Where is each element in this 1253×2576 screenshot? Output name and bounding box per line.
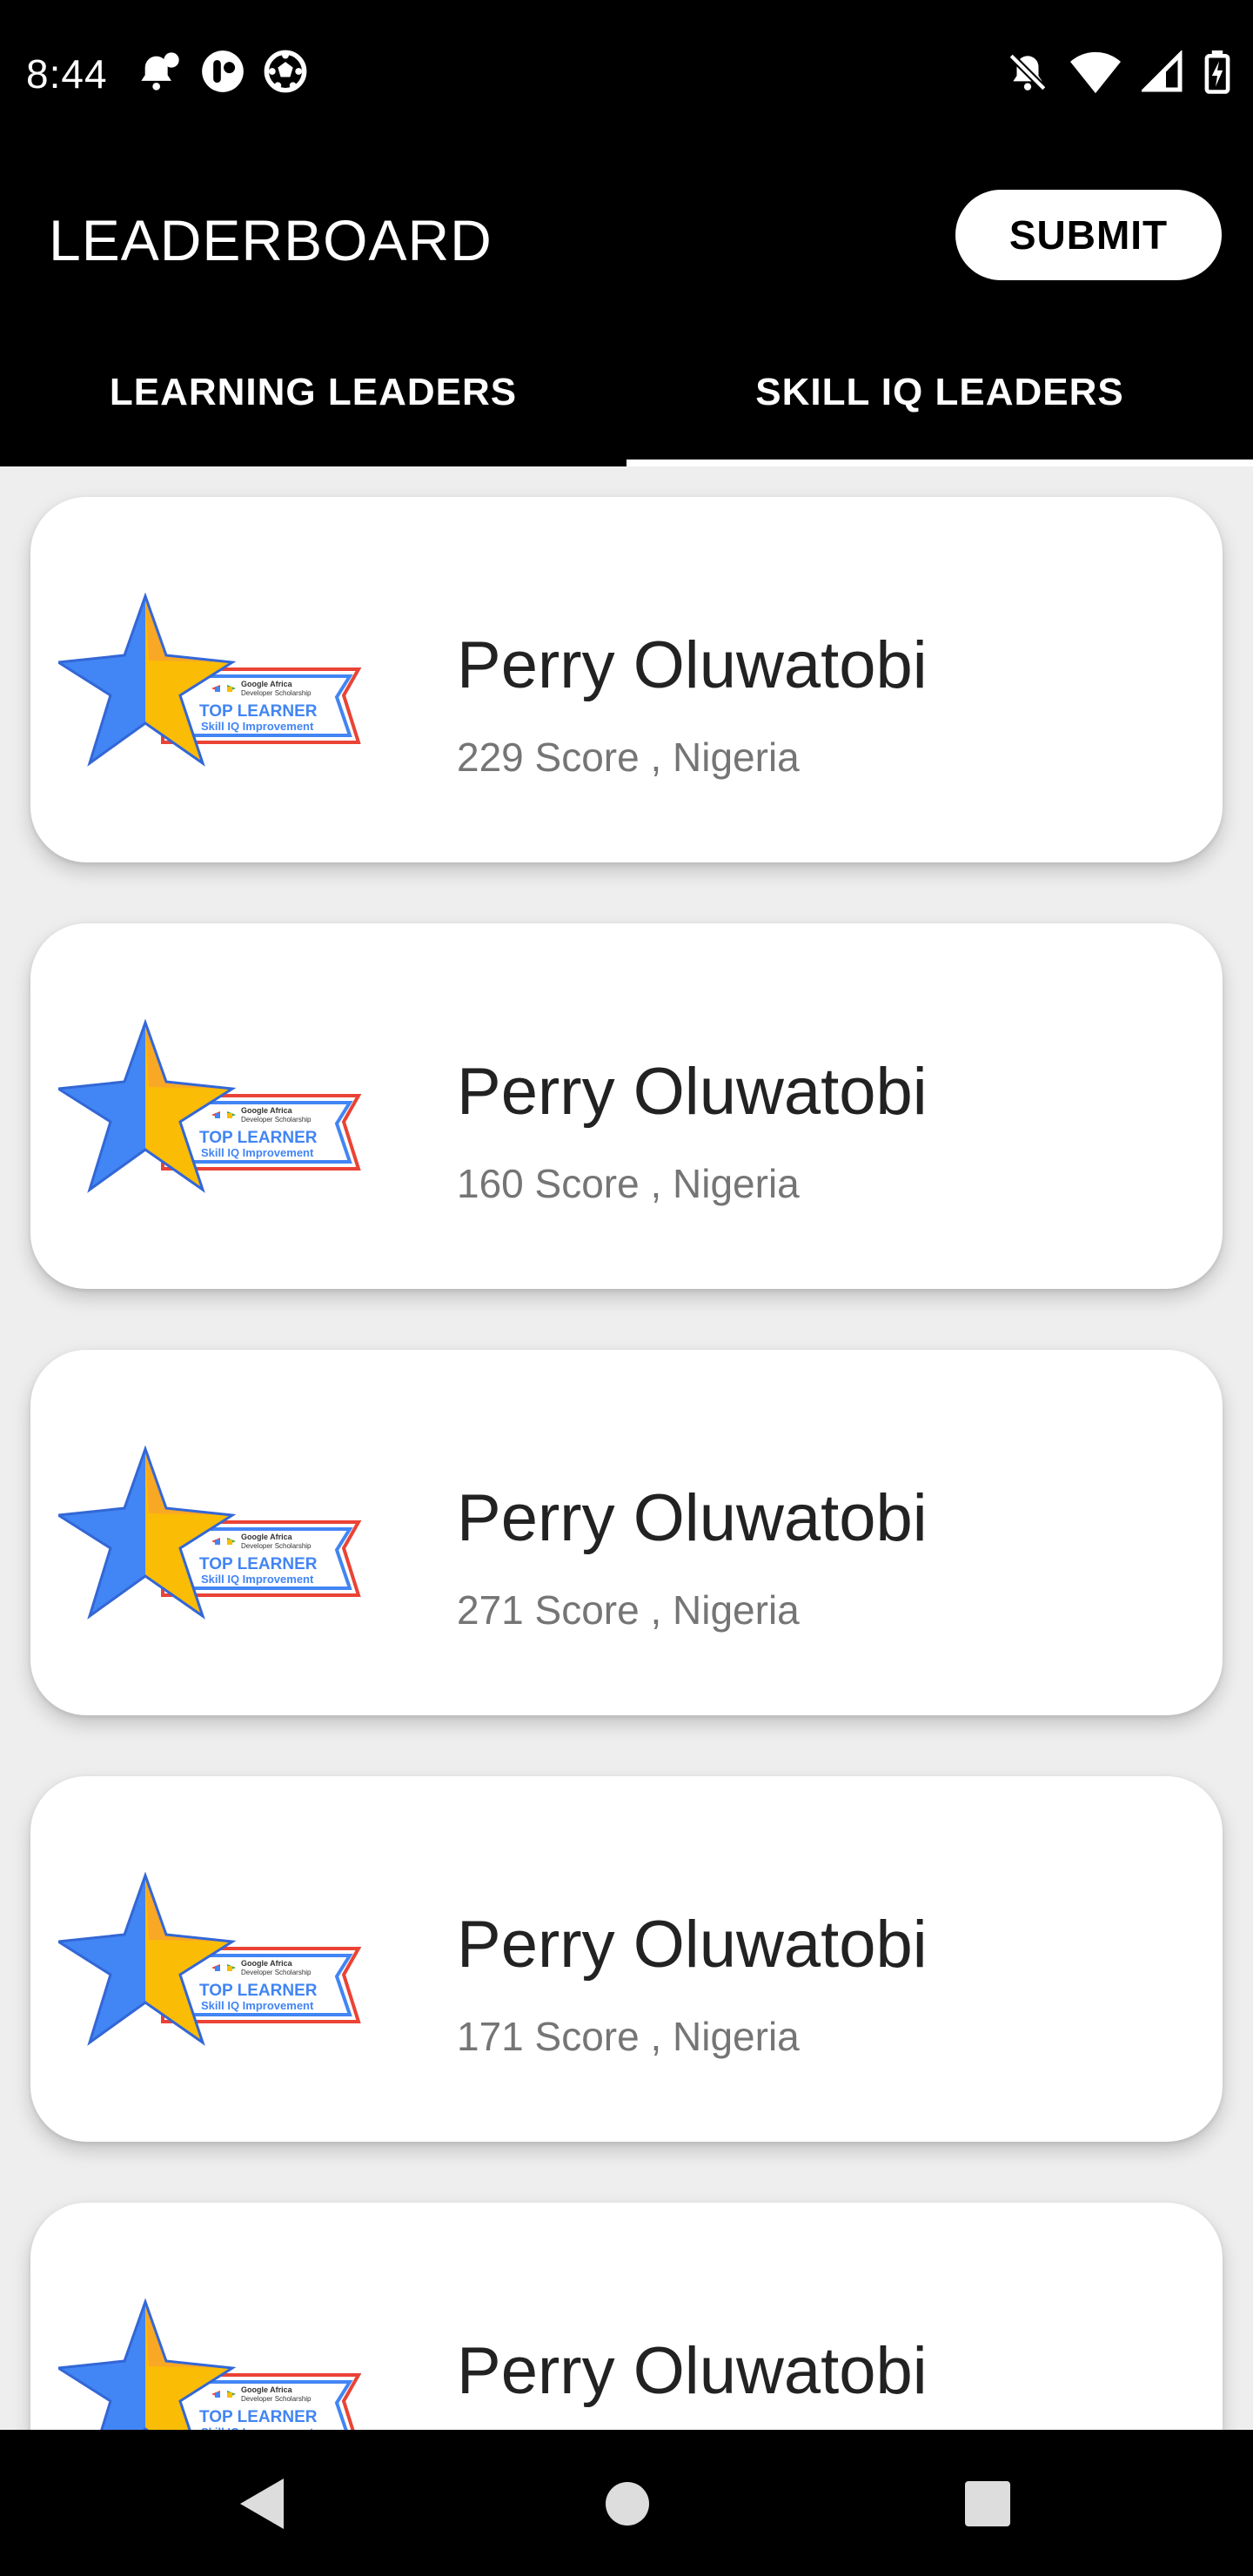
system-nav-bar xyxy=(0,2430,1253,2576)
leader-name: Perry Oluwatobi xyxy=(457,2334,928,2408)
badge-line-4: Skill IQ Improvement xyxy=(201,1999,314,2012)
top-learner-badge-icon: Google Africa Developer Scholarship TOP … xyxy=(58,1872,362,2046)
wifi-icon xyxy=(1070,51,1121,94)
leader-card[interactable]: Google Africa Developer Scholarship TOP … xyxy=(30,1350,1223,1715)
leader-list[interactable]: Google Africa Developer Scholarship TOP … xyxy=(0,466,1253,2430)
app-icon xyxy=(202,50,244,92)
status-left-icons xyxy=(137,49,308,94)
badge-line-1: Google Africa xyxy=(241,680,293,688)
badge-line-2: Developer Scholarship xyxy=(241,689,312,697)
page-title: LEADERBOARD xyxy=(49,208,492,272)
top-learner-badge-icon: Google Africa Developer Scholarship TOP … xyxy=(58,2298,362,2430)
soccer-ball-icon xyxy=(264,50,307,93)
recents-icon[interactable] xyxy=(964,2480,1011,2527)
home-icon[interactable] xyxy=(604,2480,651,2527)
badge-line-2: Developer Scholarship xyxy=(241,1542,312,1550)
leader-name: Perry Oluwatobi xyxy=(457,1055,928,1129)
status-right-icons xyxy=(1006,50,1230,94)
badge-line-1: Google Africa xyxy=(241,1959,293,1968)
top-learner-badge-icon: Google Africa Developer Scholarship TOP … xyxy=(58,593,362,767)
signal-icon xyxy=(1142,50,1183,92)
submit-button[interactable]: SUBMIT xyxy=(955,190,1222,280)
badge-line-2: Developer Scholarship xyxy=(241,1969,312,1976)
tab-bar: LEARNING LEADERS SKILL IQ LEADERS xyxy=(0,331,1253,466)
tab-label: SKILL IQ LEADERS xyxy=(755,371,1124,413)
back-icon[interactable] xyxy=(235,2473,291,2534)
app-bar: LEADERBOARD SUBMIT xyxy=(0,148,1253,331)
tab-learning-leaders[interactable]: LEARNING LEADERS xyxy=(0,331,626,466)
badge-line-3: TOP LEARNER xyxy=(199,1982,318,2000)
leader-score-country: 160 Score , Nigeria xyxy=(457,1161,800,1206)
badge-line-3: TOP LEARNER xyxy=(199,1129,318,1147)
leader-card[interactable]: Google Africa Developer Scholarship TOP … xyxy=(30,2203,1223,2430)
badge-line-4: Skill IQ Improvement xyxy=(201,1573,314,1586)
status-time: 8:44 xyxy=(26,51,108,97)
screen: 8:44 LEADERBOARD SUBMIT LEARNING LEADERS… xyxy=(0,0,1253,2576)
leader-card[interactable]: Google Africa Developer Scholarship TOP … xyxy=(30,1776,1223,2142)
top-learner-badge-icon: Google Africa Developer Scholarship TOP … xyxy=(58,1446,362,1620)
tab-indicator-active xyxy=(626,460,1253,466)
leader-card[interactable]: Google Africa Developer Scholarship TOP … xyxy=(30,923,1223,1289)
badge-line-1: Google Africa xyxy=(241,1533,293,1541)
badge-line-2: Developer Scholarship xyxy=(241,1116,312,1124)
leader-score-country: 271 Score , Nigeria xyxy=(457,1587,800,1633)
leader-name: Perry Oluwatobi xyxy=(457,628,928,702)
leader-name: Perry Oluwatobi xyxy=(457,1908,928,1982)
vibrate-off-icon xyxy=(1008,53,1047,91)
leader-score-country: 229 Score , Nigeria xyxy=(457,735,800,780)
badge-line-1: Google Africa xyxy=(241,1106,293,1115)
leader-score-country: 171 Score , Nigeria xyxy=(457,2014,800,2059)
badge-line-3: TOP LEARNER xyxy=(199,702,318,721)
top-learner-badge-icon: Google Africa Developer Scholarship TOP … xyxy=(58,1019,362,1193)
badge-line-4: Skill IQ Improvement xyxy=(201,1146,314,1159)
leader-name: Perry Oluwatobi xyxy=(457,1481,928,1555)
badge-line-3: TOP LEARNER xyxy=(199,1555,318,1573)
badge-line-3: TOP LEARNER xyxy=(199,2408,318,2426)
tab-label: LEARNING LEADERS xyxy=(109,371,518,413)
leader-card[interactable]: Google Africa Developer Scholarship TOP … xyxy=(30,497,1223,862)
notification-bell-icon xyxy=(141,52,179,91)
tab-indicator xyxy=(0,460,626,466)
tab-skill-iq-leaders[interactable]: SKILL IQ LEADERS xyxy=(626,331,1253,466)
badge-line-1: Google Africa xyxy=(241,2385,293,2394)
status-bar: 8:44 xyxy=(0,0,1253,148)
badge-line-2: Developer Scholarship xyxy=(241,2395,312,2403)
badge-line-4: Skill IQ Improvement xyxy=(201,720,314,733)
battery-charging-icon xyxy=(1204,50,1230,94)
